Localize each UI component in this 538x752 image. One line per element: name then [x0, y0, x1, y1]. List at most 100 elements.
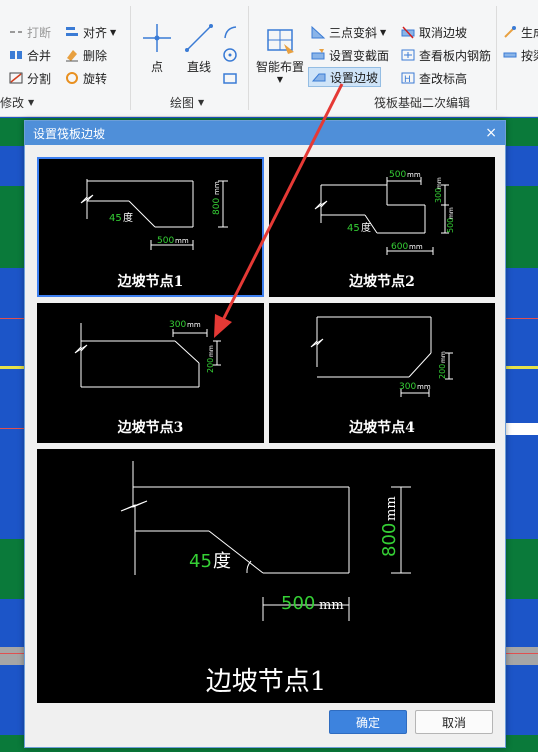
- merge-icon: [10, 51, 22, 59]
- svg-text:mm: mm: [175, 237, 189, 245]
- align-button[interactable]: 对齐 ▼: [64, 22, 116, 42]
- close-icon[interactable]: ×: [485, 126, 497, 140]
- cancel-edge-slope-button[interactable]: 取消边坡: [400, 22, 467, 42]
- svg-text:45: 45: [189, 551, 212, 572]
- set-variable-section-button[interactable]: 设置变截面: [310, 45, 389, 65]
- merge-button[interactable]: 合并: [8, 45, 51, 65]
- split-button[interactable]: 分割: [8, 68, 51, 88]
- edge-slope-icon: [311, 73, 326, 82]
- by-beam-button[interactable]: 按梁: [502, 45, 538, 65]
- svg-text:mm: mm: [187, 321, 201, 329]
- generate-icon: [504, 26, 516, 38]
- dialog-title: 设置筏板边坡: [33, 126, 106, 141]
- svg-text:度: 度: [361, 221, 371, 234]
- rectangle-button[interactable]: [222, 68, 238, 88]
- three-point-slope-button[interactable]: 三点变斜 ▼: [310, 22, 386, 42]
- svg-text:mm: mm: [417, 383, 431, 391]
- delete-button[interactable]: 删除: [64, 45, 107, 65]
- rectangle-icon: [223, 73, 237, 84]
- svg-text:500: 500: [446, 218, 455, 233]
- svg-text:500: 500: [157, 236, 174, 246]
- svg-text:H: H: [404, 75, 411, 85]
- point-icon: [143, 24, 171, 52]
- arc-button[interactable]: [222, 22, 238, 42]
- break-button[interactable]: 打断: [8, 22, 51, 42]
- smart-layout-button[interactable]: 智能布置 ▼: [254, 24, 306, 84]
- node-option-4[interactable]: 300 mm 200 mm 边坡节点4: [269, 303, 495, 443]
- smart-layout-icon: [267, 29, 294, 54]
- three-point-slope-icon: [311, 25, 326, 39]
- svg-text:300: 300: [169, 320, 186, 330]
- ok-button[interactable]: 确定: [329, 710, 407, 734]
- svg-text:mm: mm: [213, 181, 221, 195]
- eraser-icon: [66, 50, 78, 62]
- circle-icon: [223, 48, 237, 62]
- node-1-label: 边坡节点1: [117, 274, 184, 290]
- svg-text:300: 300: [434, 188, 443, 203]
- draw-group-label[interactable]: 绘图 ▼: [170, 94, 204, 111]
- svg-text:500: 500: [281, 593, 315, 614]
- svg-text:mm: mm: [409, 243, 423, 251]
- svg-text:500: 500: [389, 170, 406, 180]
- node-3-label: 边坡节点3: [117, 420, 184, 436]
- rotate-button[interactable]: 旋转: [64, 68, 107, 88]
- node-option-3[interactable]: 300 mm 200 mm 边坡节点3: [37, 303, 264, 443]
- ribbon-separator: [248, 6, 249, 110]
- align-dropdown-icon: ▼: [110, 27, 117, 37]
- svg-text:45: 45: [347, 223, 360, 234]
- node-2-label: 边坡节点2: [349, 274, 415, 290]
- draw-dropdown-icon: ▼: [198, 98, 205, 107]
- svg-text:mm: mm: [448, 207, 455, 219]
- set-raft-edge-slope-dialog: 设置筏板边坡 × 45 度 500 mm 800 mm 边坡节点1 500 mm…: [24, 120, 506, 748]
- svg-text:度: 度: [123, 211, 133, 224]
- svg-text:45: 45: [109, 213, 122, 224]
- variable-section-icon: [311, 49, 325, 60]
- modify-group-label[interactable]: 修改 ▼: [0, 94, 34, 111]
- svg-text:600: 600: [391, 242, 408, 252]
- svg-text:mm: mm: [407, 171, 421, 179]
- ribbon-toolbar: 打断 合并 分割 对齐 ▼ 删除 旋转 修改 ▼ 点 直线 绘图 ▼ 智能布置 …: [0, 0, 538, 117]
- edit-elevation-icon: H: [401, 72, 415, 85]
- selection-marker: [506, 423, 538, 435]
- slab-edit-group-label: 筏板基础二次编辑: [374, 96, 471, 110]
- view-slab-rebar-button[interactable]: 查看板内钢筋: [400, 45, 491, 65]
- point-button[interactable]: 点: [140, 22, 174, 75]
- svg-text:mm: mm: [440, 351, 447, 363]
- svg-text:度: 度: [213, 551, 231, 572]
- by-beam-icon: [503, 52, 517, 58]
- rotate-icon: [66, 72, 78, 84]
- svg-text:300: 300: [399, 382, 416, 392]
- break-icon: [10, 31, 22, 33]
- align-icon: [66, 27, 78, 36]
- svg-text:mm: mm: [436, 177, 443, 189]
- svg-text:mm: mm: [319, 598, 344, 613]
- cancel-button[interactable]: 取消: [415, 710, 493, 734]
- svg-text:800: 800: [212, 198, 222, 215]
- svg-text:200: 200: [438, 364, 447, 379]
- set-edge-slope-button[interactable]: 设置边坡: [308, 67, 382, 87]
- ribbon-separator: [496, 6, 497, 110]
- modify-dropdown-icon: ▼: [28, 98, 35, 107]
- generate-button[interactable]: 生成: [502, 22, 538, 42]
- smart-layout-dropdown-icon: ▼: [276, 75, 284, 84]
- svg-text:mm: mm: [384, 496, 399, 521]
- three-point-dropdown-icon: ▼: [380, 27, 387, 37]
- node-4-label: 边坡节点4: [349, 420, 415, 436]
- svg-text:mm: mm: [208, 345, 215, 357]
- node-option-1[interactable]: 45 度 500 mm 800 mm 边坡节点1: [37, 157, 264, 297]
- arc-icon: [224, 26, 237, 39]
- dialog-title-bar[interactable]: 设置筏板边坡 ×: [25, 121, 505, 145]
- line-button[interactable]: 直线: [182, 22, 216, 75]
- split-icon: [9, 72, 23, 84]
- edit-elevation-button[interactable]: H 查改标高: [400, 68, 467, 88]
- circle-button[interactable]: [222, 45, 238, 65]
- ribbon-separator: [130, 6, 131, 110]
- svg-text:200: 200: [206, 358, 215, 373]
- node-preview: 45 度 500 mm 800 mm 边坡节点1: [37, 449, 495, 703]
- line-icon: [185, 24, 213, 52]
- svg-text:800: 800: [379, 523, 400, 557]
- cancel-slope-icon: [401, 26, 415, 39]
- preview-label: 边坡节点1: [205, 667, 327, 697]
- view-rebar-icon: [401, 49, 415, 61]
- node-option-2[interactable]: 500 mm 45 度 600 mm 300 mm 500 mm 边坡节点2: [269, 157, 495, 297]
